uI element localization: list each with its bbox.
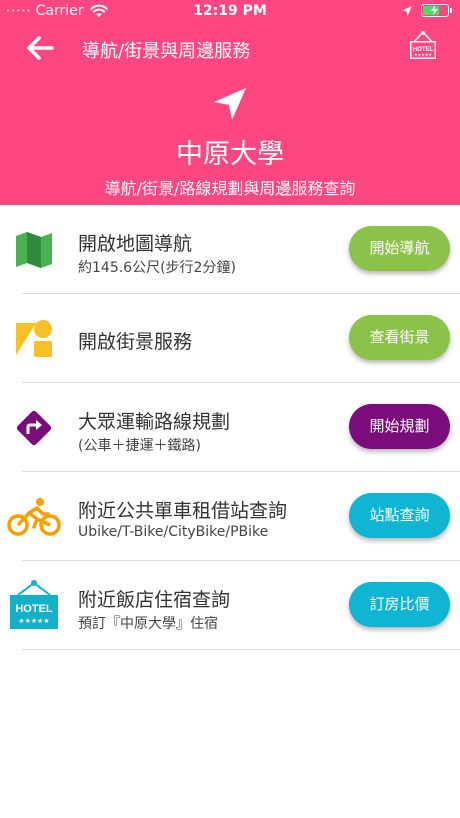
charging-bolt-icon: [431, 5, 438, 15]
header: ••••• Carrier 12:19 PM 導航/街景與周邊服務 HOTEL …: [0, 0, 460, 205]
row-title: 附近飯店住宿查詢: [78, 589, 231, 611]
svg-text:★★★★★: ★★★★★: [18, 617, 49, 625]
divider: [22, 649, 460, 650]
directions-icon: [10, 405, 58, 451]
row-title: 大眾運輸路線規劃: [78, 411, 231, 433]
list-item-hotel: HOTEL ★★★★★ 附近飯店住宿查詢 預訂『中原大學』住宿 訂房比價: [0, 561, 460, 650]
hotel-icon: HOTEL ★★★★★: [8, 579, 60, 631]
street-view-icon: [10, 316, 58, 362]
hero-title: 中原大學: [176, 139, 284, 170]
nav-bar: 導航/街景與周邊服務 HOTEL ★★★★★: [0, 26, 460, 70]
location-services-icon: [402, 5, 412, 16]
row-title: 開啟地圖導航: [78, 233, 193, 255]
navigation-arrow-icon: [214, 88, 246, 120]
row-subtitle: 預訂『中原大學』住宿: [78, 616, 218, 632]
compare-hotels-button[interactable]: 訂房比價: [349, 582, 450, 627]
battery-cap: [450, 8, 452, 13]
start-navigation-button[interactable]: 開始導航: [349, 226, 450, 271]
back-button[interactable]: [24, 32, 56, 64]
list-item-street-view: 開啟街景服務 查看街景: [0, 294, 460, 383]
svg-text:★★★★★: ★★★★★: [414, 52, 432, 57]
list-item-transit: 大眾運輸路線規劃 (公車＋捷運＋鐵路) 開始規劃: [0, 383, 460, 472]
row-subtitle: (公車＋捷運＋鐵路): [78, 438, 201, 454]
start-planning-button[interactable]: 開始規劃: [349, 404, 450, 449]
arrow-left-icon: [27, 36, 54, 60]
bicycle-icon: [6, 494, 62, 540]
row-title: 開啟街景服務: [78, 331, 193, 353]
status-right: [401, 4, 452, 17]
row-subtitle: Ubike/T-Bike/CityBike/PBike: [78, 524, 269, 540]
nav-title: 導航/街景與周邊服務: [82, 41, 251, 62]
status-time: 12:19 PM: [193, 3, 267, 19]
list-item-bike: 附近公共單車租借站查詢 Ubike/T-Bike/CityBike/PBike …: [0, 472, 460, 561]
hotel-icon-text: HOTEL: [15, 603, 53, 615]
list-item-map: 開啟地圖導航 約145.6公尺(步行2分鐘) 開始導航: [0, 205, 460, 294]
station-search-button[interactable]: 站點查詢: [349, 493, 450, 538]
battery-icon: [421, 4, 449, 17]
map-icon: [10, 227, 58, 273]
hotel-sign-icon: HOTEL ★★★★★: [410, 31, 436, 59]
service-list: 開啟地圖導航 約145.6公尺(步行2分鐘) 開始導航 開啟街景服務 查看街景 …: [0, 205, 460, 650]
hotel-button[interactable]: HOTEL ★★★★★: [408, 30, 438, 62]
view-street-view-button[interactable]: 查看街景: [349, 315, 450, 360]
status-bar: ••••• Carrier 12:19 PM: [0, 0, 460, 24]
hero-subtitle: 導航/街景/路線規劃與周邊服務查詢: [104, 179, 356, 198]
row-title: 附近公共單車租借站查詢: [78, 500, 288, 522]
row-subtitle: 約145.6公尺(步行2分鐘): [78, 260, 236, 276]
